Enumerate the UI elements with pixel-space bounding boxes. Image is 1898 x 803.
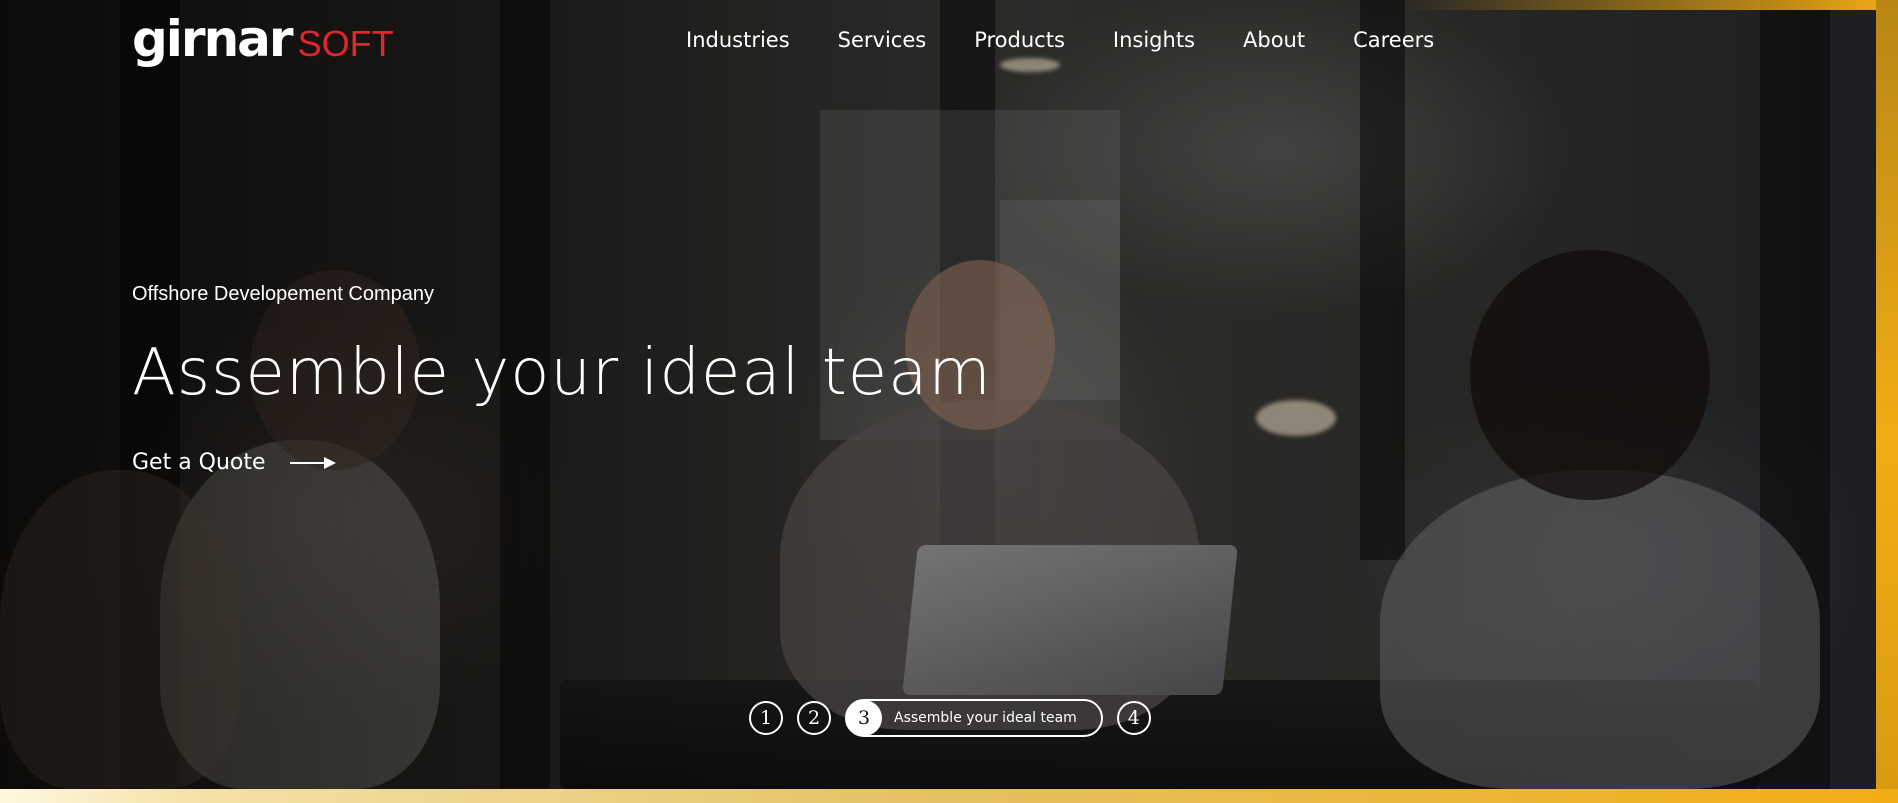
girnarsoft-logo[interactable]: girnar SOFT (132, 10, 394, 70)
frame-border-bottom (0, 789, 1898, 803)
frame-border-right (1876, 0, 1898, 803)
nav-item-careers[interactable]: Careers (1353, 28, 1434, 52)
slide-dot-4[interactable]: 4 (1116, 701, 1151, 735)
logo-wordmark: girnar (132, 10, 294, 68)
frame-border-top (1400, 0, 1898, 10)
nav-item-about[interactable]: About (1243, 28, 1305, 52)
active-slide-number: 3 (846, 700, 882, 736)
hero-eyebrow: Offshore Developement Company (132, 283, 435, 305)
get-a-quote-link[interactable]: Get a Quote (132, 450, 336, 475)
main-nav: Industries Services Products Insights Ab… (686, 28, 1482, 52)
page-frame: girnar SOFT Industries Services Products… (0, 0, 1898, 803)
nav-item-services[interactable]: Services (838, 28, 927, 52)
slide-dot-1[interactable]: 1 (749, 701, 783, 735)
nav-item-industries[interactable]: Industries (686, 28, 790, 52)
nav-item-insights[interactable]: Insights (1113, 28, 1195, 52)
cta-label: Get a Quote (132, 450, 266, 475)
nav-item-products[interactable]: Products (974, 28, 1065, 52)
slider-pager: 1 2 3 Assemble your ideal team 4 (749, 699, 1165, 737)
slide-dot-3-active[interactable]: 3 Assemble your ideal team (845, 699, 1103, 737)
hero-headline: Assemble your ideal team (132, 336, 992, 410)
active-slide-title: Assemble your ideal team (894, 710, 1077, 726)
arrow-right-icon (289, 456, 336, 469)
slide-dot-2[interactable]: 2 (797, 701, 831, 735)
logo-soft: SOFT (297, 23, 394, 64)
